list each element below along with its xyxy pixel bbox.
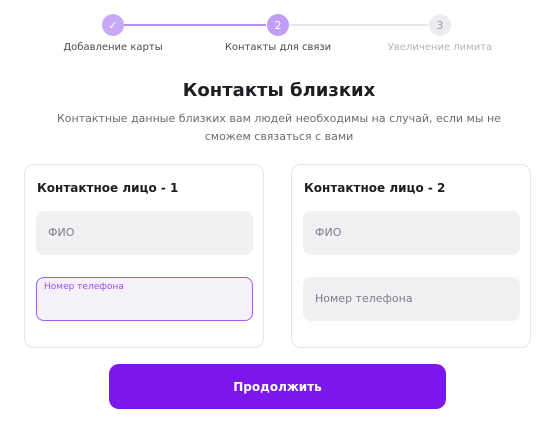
contact-2-name-input[interactable]: ФИО bbox=[303, 211, 520, 255]
step-2-label: Контакты для связи bbox=[224, 42, 332, 53]
stepper-connector-pending bbox=[290, 24, 428, 26]
contact-card-2-title: Контактное лицо - 2 bbox=[304, 181, 446, 195]
stepper-connector-done bbox=[124, 24, 266, 26]
contact-card-2: Контактное лицо - 2 ФИО Номер телефона bbox=[291, 164, 531, 348]
page-subtitle: Контактные данные близких вам людей необ… bbox=[57, 112, 501, 143]
contact-2-phone-placeholder: Номер телефона bbox=[315, 292, 413, 305]
contact-2-name-placeholder: ФИО bbox=[315, 226, 342, 239]
step-3-label: Увеличение лимита bbox=[387, 42, 493, 53]
page-title: Контакты близких bbox=[182, 80, 376, 101]
contact-card-1-title: Контактное лицо - 1 bbox=[37, 181, 179, 195]
contact-1-phone-input[interactable]: Номер телефона bbox=[36, 277, 253, 321]
step-1-check-icon: ✓ bbox=[102, 14, 124, 36]
contact-1-name-placeholder: ФИО bbox=[48, 226, 75, 239]
contact-1-name-input[interactable]: ФИО bbox=[36, 211, 253, 255]
step-2-number: 2 bbox=[267, 14, 289, 36]
contact-2-phone-input[interactable]: Номер телефона bbox=[303, 277, 520, 321]
continue-button[interactable]: Продолжить bbox=[109, 364, 446, 409]
step-3-number: 3 bbox=[429, 14, 451, 36]
step-1-label: Добавление карты bbox=[63, 42, 163, 53]
contact-1-phone-label: Номер телефона bbox=[44, 282, 124, 292]
contact-card-1: Контактное лицо - 1 ФИО Номер телефона bbox=[24, 164, 264, 348]
progress-stepper: ✓ 2 3 Добавление карты Контакты для связ… bbox=[0, 14, 558, 58]
